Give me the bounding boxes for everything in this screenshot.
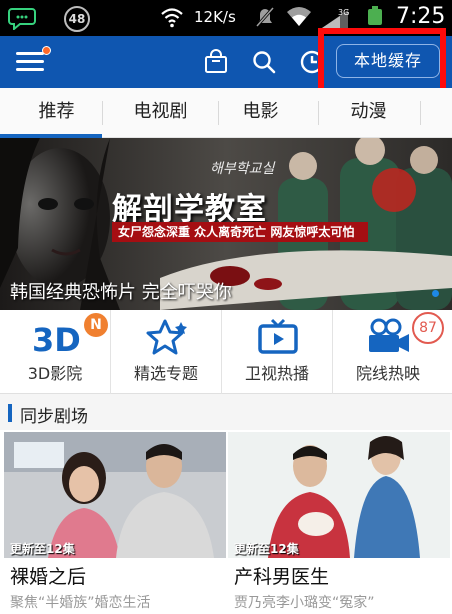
new-badge: N (84, 313, 108, 337)
section-accent-bar (8, 404, 12, 422)
cellular-signal-icon: 3G (322, 8, 349, 28)
hamburger-menu-icon[interactable] (16, 46, 51, 74)
category-label: 精选专题 (133, 364, 198, 383)
update-status: 更新至12集 (10, 542, 75, 556)
search-icon[interactable] (250, 48, 278, 76)
category-label: 卫视热播 (244, 364, 309, 383)
featured-banner[interactable]: 해부학교실 解剖学教室 女尸怨念深重 众人离奇死亡 网友惊呼太可怕 韩国经典恐怖… (0, 138, 452, 310)
drama-card[interactable]: 更新至12集 产科男医生 贾乃亮李小璐变“冤家” (228, 432, 450, 614)
category-label: 院线热映 (355, 364, 420, 383)
tab-movies[interactable]: 电影 (204, 88, 317, 138)
floating-count-badge[interactable]: 87 (412, 312, 444, 344)
category-satellite-tv[interactable]: 卫视热播 (222, 310, 332, 394)
tab-recommend[interactable]: 推荐 (0, 88, 113, 138)
tv-icon (258, 318, 298, 354)
mute-icon (255, 7, 275, 27)
drama-description: 贾乃亮李小璐变“冤家” (234, 595, 375, 611)
battery-icon (368, 6, 382, 25)
movie-camera-icon (369, 318, 409, 352)
banner-caption: 韩国经典恐怖片 完全吓哭你 (10, 282, 232, 303)
banner-subtitle: 女尸怨念深重 众人离奇死亡 网友惊呼太可怕 (112, 222, 368, 242)
chat-bubble-icon (8, 8, 36, 30)
section-title: 同步剧场 (20, 407, 88, 427)
shopping-bag-icon[interactable] (202, 48, 230, 76)
clock-time: 7:25 (396, 4, 446, 29)
tab-anime[interactable]: 动漫 (312, 88, 425, 138)
category-shortcuts: 3D N 3D影院 精选专题 卫视热播 院线热映 (0, 310, 452, 394)
notification-count-badge: 48 (64, 6, 90, 32)
banner-korean-title: 해부학교실 (210, 161, 275, 177)
category-featured-topics[interactable]: 精选专题 (111, 310, 221, 394)
category-3d-cinema[interactable]: 3D N 3D影院 (0, 310, 110, 394)
network-speed: 12K/s (194, 8, 236, 26)
drama-title: 产科男医生 (234, 566, 330, 588)
3d-icon: 3D (32, 321, 81, 356)
category-tabs: 推荐 电视剧 电影 动漫 (0, 88, 452, 138)
tab-divider (420, 101, 421, 125)
update-status: 更新至12集 (234, 542, 299, 556)
category-label: 3D影院 (27, 364, 83, 383)
carousel-indicator-dot (432, 290, 439, 297)
drama-card[interactable]: 更新至12集 裸婚之后 聚焦“半婚族”婚恋生活 (4, 432, 226, 614)
tab-tv-series[interactable]: 电视剧 (104, 88, 217, 138)
wifi-icon (161, 8, 183, 28)
star-icon (146, 319, 187, 355)
wifi-signal-icon (287, 7, 311, 26)
drama-description: 聚焦“半婚族”婚恋生活 (10, 595, 151, 611)
network-type-label: 3G (338, 8, 349, 17)
section-header: 同步剧场 (0, 394, 452, 430)
drama-title: 裸婚之后 (10, 566, 87, 588)
tab-divider (102, 101, 103, 125)
svg-text:3D: 3D (32, 321, 81, 356)
notification-dot (42, 46, 51, 55)
